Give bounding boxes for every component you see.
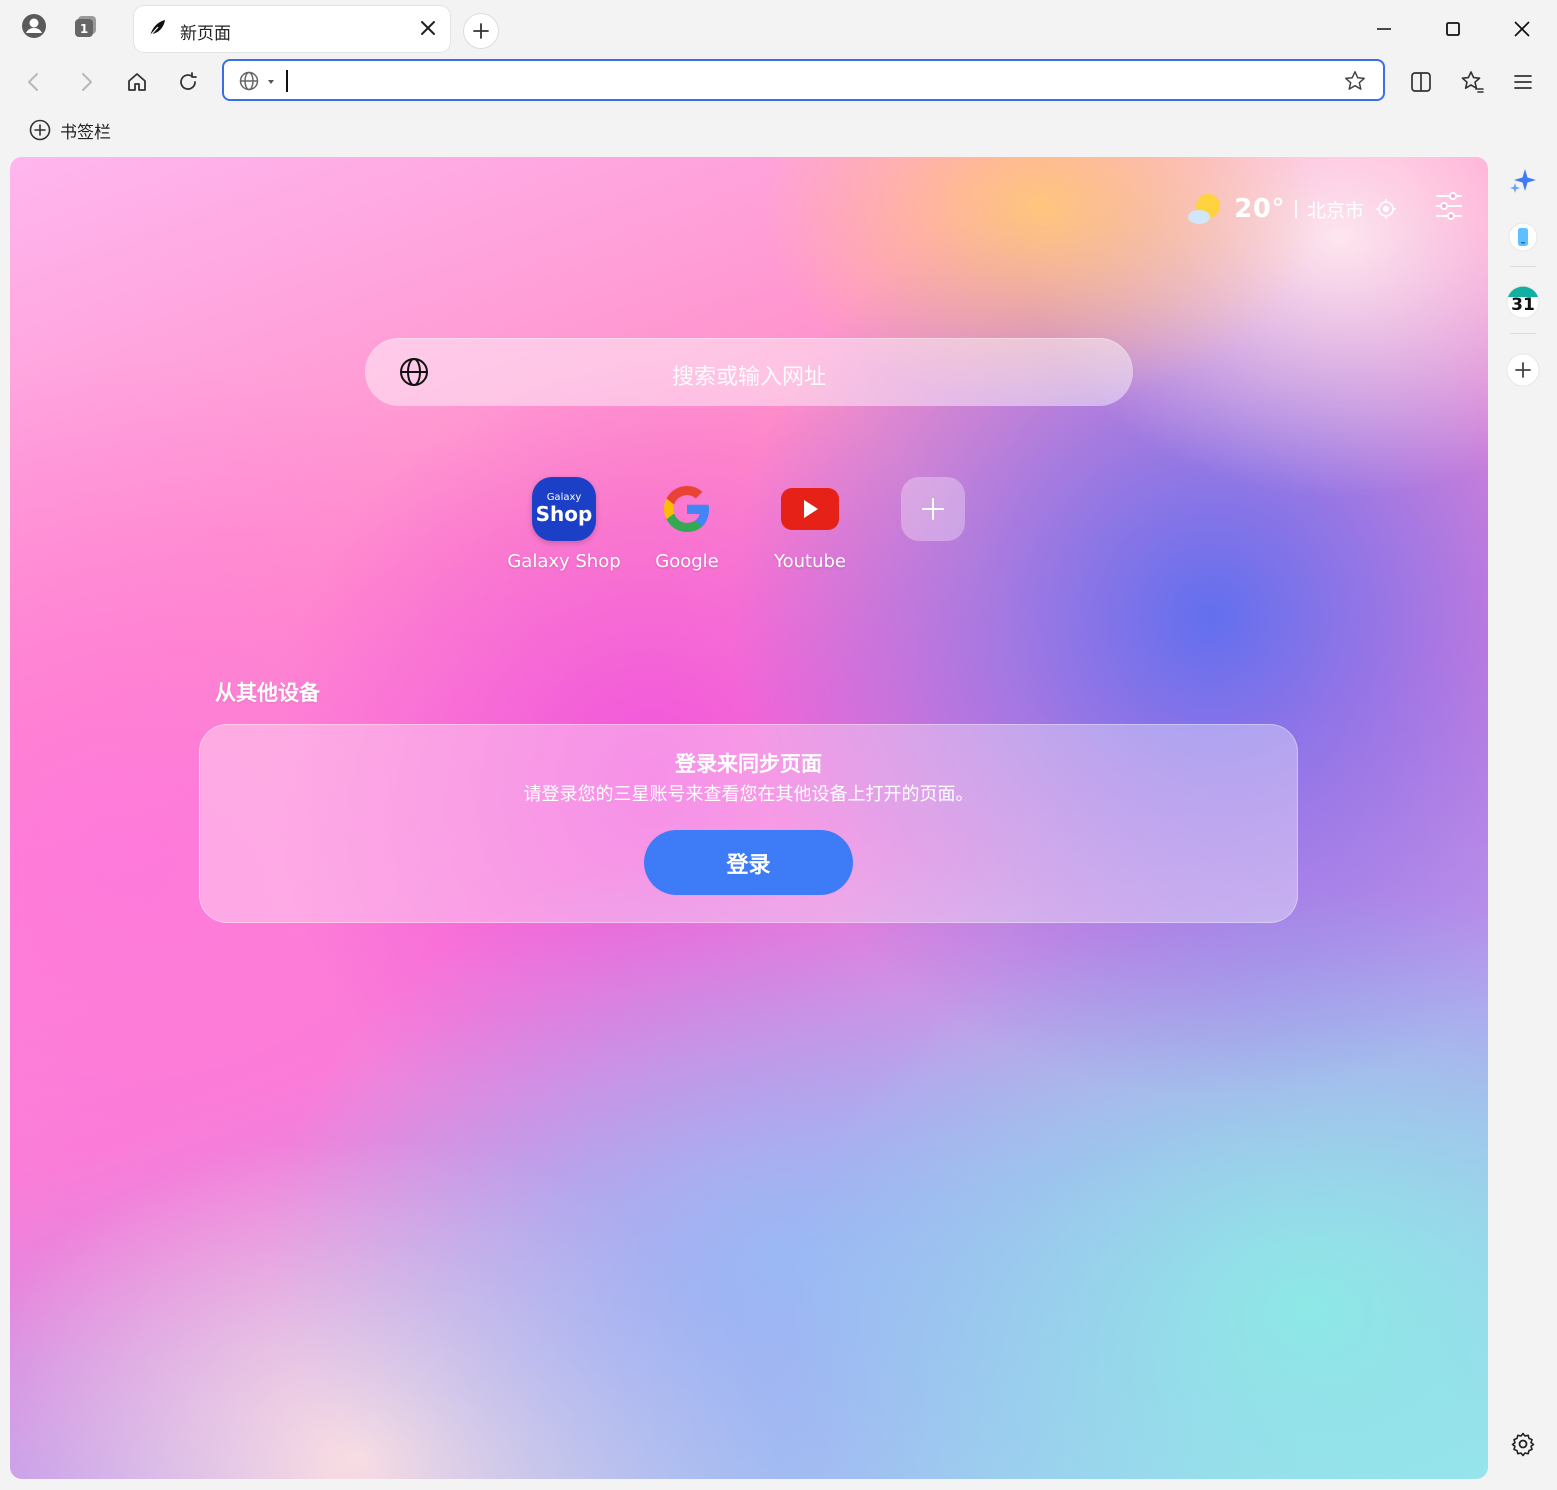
galaxy-shop-icon: Galaxy Shop bbox=[532, 477, 596, 541]
weather-widget[interactable]: 20° 北京市 bbox=[1186, 191, 1398, 227]
side-panel-settings-button[interactable] bbox=[1505, 1426, 1541, 1462]
shortcut-label: Google bbox=[655, 551, 719, 572]
add-shortcut-button[interactable] bbox=[873, 477, 993, 541]
customize-page-button[interactable] bbox=[1434, 189, 1464, 227]
minimize-button[interactable] bbox=[1364, 12, 1404, 46]
location-target-icon[interactable] bbox=[1374, 197, 1398, 221]
side-panel-divider bbox=[1510, 333, 1536, 334]
bookmarks-bar[interactable]: 书签栏 bbox=[28, 116, 111, 144]
menu-button[interactable] bbox=[1503, 62, 1543, 102]
login-button[interactable]: 登录 bbox=[644, 830, 853, 895]
new-tab-page: 20° 北京市 搜索或输入网址 Galaxy Shop Galaxy Shop bbox=[10, 157, 1488, 1479]
ai-assistant-button[interactable] bbox=[1505, 163, 1541, 199]
svg-text:1: 1 bbox=[80, 22, 88, 36]
phone-icon bbox=[1508, 222, 1538, 252]
weather-separator bbox=[1294, 200, 1297, 218]
weather-sun-cloud-icon bbox=[1188, 194, 1221, 224]
close-window-button[interactable] bbox=[1502, 12, 1542, 46]
title-bar: 1 新页面 bbox=[0, 0, 1557, 56]
search-placeholder: 搜索或输入网址 bbox=[671, 365, 826, 390]
maximize-icon bbox=[1446, 22, 1460, 36]
shortcut-google[interactable]: Google bbox=[627, 477, 747, 572]
add-circle-icon bbox=[29, 119, 51, 141]
sync-card: 登录来同步页面 请登录您的三星账号来查看您在其他设备上打开的页面。 登录 bbox=[199, 724, 1298, 923]
tab-manager-icon[interactable]: 1 bbox=[68, 8, 104, 44]
tab-title: 新页面 bbox=[180, 24, 231, 44]
bookmarks-bar-label: 书签栏 bbox=[60, 122, 111, 143]
chevron-left-icon bbox=[28, 73, 38, 91]
side-panel-divider bbox=[1510, 266, 1536, 267]
minimize-icon bbox=[1377, 28, 1391, 30]
galaxy-shop-icon-text-main: Shop bbox=[535, 502, 593, 526]
text-caret bbox=[286, 70, 288, 92]
section-title-other-devices: 从其他设备 bbox=[215, 681, 320, 705]
feather-icon bbox=[146, 17, 168, 43]
home-button[interactable] bbox=[117, 62, 157, 102]
add-side-panel-button[interactable] bbox=[1505, 352, 1541, 388]
shortcut-label: Galaxy Shop bbox=[507, 551, 621, 572]
site-info-globe-icon[interactable] bbox=[238, 70, 276, 96]
calendar-day: 31 bbox=[1511, 295, 1535, 315]
phone-link-button[interactable] bbox=[1505, 219, 1541, 255]
sliders-icon bbox=[1436, 192, 1462, 220]
new-tab-button[interactable] bbox=[464, 14, 498, 48]
hamburger-menu-icon bbox=[1514, 75, 1532, 89]
bookmarks-star-list-icon bbox=[1461, 71, 1484, 93]
close-tab-icon[interactable] bbox=[418, 18, 438, 42]
chevron-right-icon bbox=[82, 73, 92, 91]
sync-card-title: 登录来同步页面 bbox=[675, 752, 822, 776]
youtube-icon bbox=[778, 477, 842, 541]
bookmarks-button[interactable] bbox=[1452, 62, 1492, 102]
gear-icon bbox=[1511, 1432, 1535, 1457]
search-input[interactable]: 搜索或输入网址 bbox=[365, 338, 1133, 406]
calendar-button[interactable]: 31 bbox=[1505, 284, 1541, 320]
plus-icon bbox=[473, 23, 489, 39]
sparkle-icon bbox=[1510, 169, 1536, 193]
address-bar[interactable] bbox=[222, 59, 1385, 101]
shortcut-youtube[interactable]: Youtube bbox=[750, 477, 870, 572]
shortcut-galaxy-shop[interactable]: Galaxy Shop Galaxy Shop bbox=[504, 477, 624, 572]
weather-temperature: 20° bbox=[1234, 194, 1285, 224]
split-view-icon bbox=[1411, 72, 1431, 92]
plus-icon bbox=[901, 477, 965, 541]
reload-button[interactable] bbox=[168, 62, 208, 102]
back-button[interactable] bbox=[14, 62, 54, 102]
maximize-button[interactable] bbox=[1433, 12, 1473, 46]
weather-city: 北京市 bbox=[1306, 199, 1364, 222]
close-icon bbox=[1514, 21, 1530, 37]
split-view-button[interactable] bbox=[1401, 62, 1441, 102]
bookmark-star-icon[interactable] bbox=[1343, 69, 1367, 97]
home-icon bbox=[128, 73, 146, 91]
sync-card-description: 请登录您的三星账号来查看您在其他设备上打开的页面。 bbox=[523, 784, 974, 805]
tab-new-page[interactable]: 新页面 bbox=[134, 6, 450, 52]
profile-icon[interactable] bbox=[16, 8, 52, 44]
reload-icon bbox=[180, 72, 197, 90]
google-icon bbox=[655, 477, 719, 541]
shortcut-label: Youtube bbox=[774, 551, 846, 572]
plus-icon bbox=[1506, 353, 1540, 387]
forward-button[interactable] bbox=[66, 62, 106, 102]
